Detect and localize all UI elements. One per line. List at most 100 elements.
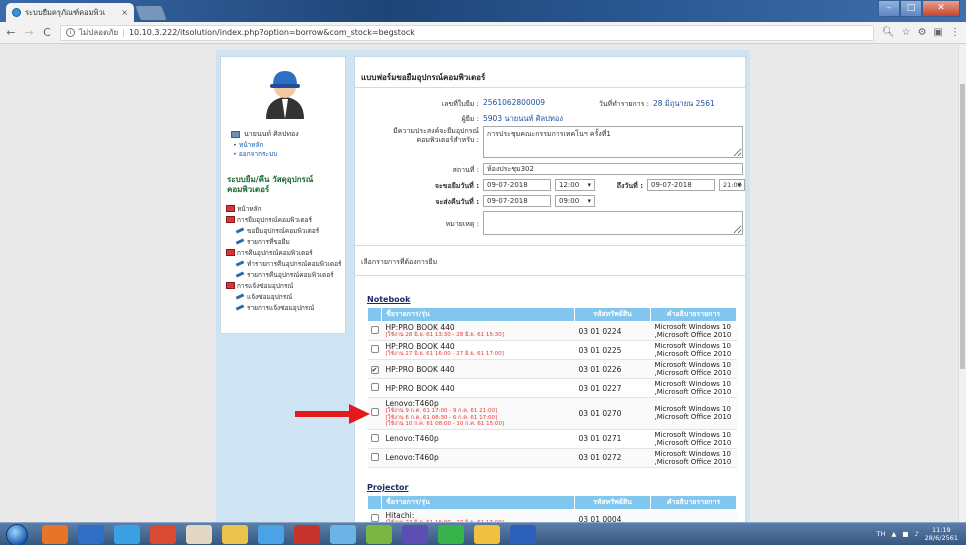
note-textarea[interactable] — [483, 211, 743, 235]
address-bar[interactable]: i ไม่ปลอดภัย | 10.10.3.222/itsolution/in… — [60, 24, 874, 41]
model-cell: HP:PRO BOOK 440 [ใช้งาน 27 มิ.ย. 61 16:00… — [381, 340, 575, 360]
table-row: Lenovo:T460p [ใช้งาน 9 ก.ค. 61 17:00 - 9 … — [367, 397, 737, 430]
internet-explorer-icon[interactable] — [258, 525, 284, 544]
item-checkbox[interactable] — [370, 408, 379, 417]
pencil-icon — [235, 304, 245, 311]
app2-icon[interactable] — [294, 525, 320, 544]
pencil-icon — [235, 293, 245, 300]
desc-cell: Microsoft Windows 10 ,Microsoft Office 20… — [650, 340, 737, 360]
volume-icon[interactable]: ♪ — [915, 530, 919, 538]
tab-title: ระบบยืมครุภัณฑ์คอมพิวเ — [25, 7, 106, 17]
security-label: ไม่ปลอดภัย — [79, 28, 119, 37]
sticky-icon[interactable] — [474, 525, 500, 544]
sidebar-item[interactable]: รายการแจ้งซ่อมอุปกรณ์ — [226, 302, 346, 313]
maximize-icon[interactable]: □ — [900, 0, 922, 17]
item-checkbox[interactable] — [370, 514, 379, 522]
return-time-select[interactable]: 09:00 — [555, 195, 595, 207]
outlook-icon[interactable] — [78, 525, 104, 544]
app-icon[interactable] — [114, 525, 140, 544]
computer-icon — [231, 131, 240, 138]
clock[interactable]: 11:19 28/6/2561 — [925, 526, 958, 542]
model-cell: Lenovo:T460p [ใช้งาน 9 ก.ค. 61 17:00 - 9 … — [381, 397, 575, 430]
logout-link[interactable]: ออกจากระบบ — [233, 150, 277, 159]
sidebar-item[interactable]: แจ้งซ่อมอุปกรณ์ — [226, 291, 346, 302]
table-row: HP:PRO BOOK 440 03 01 0227 Microsoft Windo… — [367, 378, 737, 398]
back-icon[interactable]: ← — [6, 26, 16, 39]
network-icon[interactable]: ■ — [902, 530, 908, 538]
explorer-folder-icon[interactable] — [222, 525, 248, 544]
sidebar-section[interactable]: การยืมอุปกรณ์คอมพิวเตอร์ — [226, 214, 346, 225]
sidebar-item[interactable]: รายการคืนอุปกรณ์คอมพิวเตอร์ — [226, 269, 346, 280]
booking-info: [ใช้งาน 28 มิ.ย. 61 13:30 - 28 มิ.ย. 61 … — [385, 332, 504, 339]
word-icon[interactable] — [510, 525, 536, 544]
info-icon[interactable]: i — [66, 28, 75, 37]
sidebar-section[interactable]: การคืนอุปกรณ์คอมพิวเตอร์ — [226, 247, 346, 258]
place-input[interactable] — [483, 163, 743, 175]
code-column-header: รหัสทรัพย์สิน — [574, 495, 651, 510]
code-cell: 03 01 0272 — [574, 448, 651, 468]
table-row: ✔ HP:PRO BOOK 440 03 01 0226 Microsoft Wind… — [367, 359, 737, 379]
to-date-input[interactable] — [647, 179, 715, 191]
desc-cell: Microsoft Windows 10 ,Microsoft Office 20… — [650, 359, 737, 379]
home-link[interactable]: หน้าหลัก — [233, 141, 277, 150]
start-button-icon[interactable] — [6, 524, 28, 545]
close-window-icon[interactable]: ✕ — [922, 0, 960, 17]
pencil-icon — [235, 238, 245, 245]
sidebar-section[interactable]: หน้าหลัก — [226, 203, 346, 214]
model-name: Hitachi: — [385, 511, 415, 521]
desc-line: ,Microsoft Office 2010 — [654, 331, 732, 339]
line-icon[interactable] — [438, 525, 464, 544]
firefox-icon[interactable] — [42, 525, 68, 544]
sidebar-item[interactable]: ขอยืมอุปกรณ์คอมพิวเตอร์ — [226, 225, 346, 236]
chrome-icon[interactable] — [186, 525, 212, 544]
code-cell: 03 01 0224 — [574, 321, 651, 341]
item-checkbox[interactable] — [370, 326, 379, 334]
purpose-textarea[interactable]: การประชุมคณะกรรมการเทคโนฯ ครั้งที่1 — [483, 126, 743, 158]
browser-tab[interactable]: ระบบยืมครุภัณฑ์คอมพิวเ × — [6, 3, 134, 22]
page-scrollbar[interactable] — [958, 44, 966, 522]
reload-icon[interactable]: C — [42, 26, 52, 39]
powerpoint-icon[interactable] — [150, 525, 176, 544]
sidebar-item[interactable]: รายการที่ขอยืม — [226, 236, 346, 247]
app4-icon[interactable] — [366, 525, 392, 544]
to-time-value: 21:00 — [723, 181, 742, 189]
sidebar-links: หน้าหลัก ออกจากระบบ — [233, 141, 277, 159]
extension-icon[interactable]: ⚙ — [918, 27, 927, 38]
item-checkbox[interactable] — [370, 452, 379, 461]
language-indicator[interactable]: TH — [876, 530, 885, 538]
menu-icon[interactable]: ⋮ — [950, 27, 960, 38]
item-checkbox[interactable] — [370, 345, 379, 353]
forward-icon[interactable]: → — [24, 26, 34, 39]
return-time-value: 09:00 — [559, 197, 580, 205]
booking-info: [ใช้งาน 10 ก.ค. 61 08:00 - 10 ก.ค. 61 15… — [385, 421, 505, 427]
return-date-input[interactable] — [483, 195, 551, 207]
minimize-icon[interactable]: – — [878, 0, 900, 17]
scrollbar-thumb[interactable] — [960, 84, 965, 369]
select-cell — [367, 448, 382, 468]
extension2-icon[interactable]: ▣ — [934, 27, 943, 38]
new-tab-button[interactable] — [135, 6, 167, 20]
sidebar-item[interactable]: ทำรายการคืนอุปกรณ์คอมพิวเตอร์ — [226, 258, 346, 269]
item-checkbox[interactable]: ✔ — [370, 365, 379, 374]
item-checkbox[interactable] — [370, 433, 379, 442]
tab-close-icon[interactable]: × — [121, 8, 128, 17]
note-label: หมายเหตุ : — [445, 220, 479, 228]
mail-icon[interactable] — [402, 525, 428, 544]
from-time-select[interactable]: 12:00 — [555, 179, 595, 191]
select-column-header — [367, 495, 382, 510]
from-date-input[interactable] — [483, 179, 551, 191]
url-text[interactable]: 10.10.3.222/itsolution/index.php?option=… — [129, 28, 415, 37]
zoom-icon[interactable]: 🔍︎ — [882, 27, 895, 38]
tray-arrow-icon[interactable]: ▲ — [891, 530, 896, 538]
sidebar-section[interactable]: การแจ้งซ่อมอุปกรณ์ — [226, 280, 346, 291]
date-value: 28 มิถุนายน 2561 — [653, 99, 715, 108]
system-tray: TH ▲ ■ ♪ 11:19 28/6/2561 — [876, 526, 958, 542]
code-cell: 03 01 0004 — [574, 509, 651, 522]
app3-icon[interactable] — [330, 525, 356, 544]
to-time-select[interactable]: 21:00 — [719, 179, 745, 191]
bookmark-star-icon[interactable]: ☆ — [902, 27, 911, 38]
booking-info: [ใช้งาน 27 มิ.ย. 61 16:00 - 27 มิ.ย. 61 … — [385, 351, 504, 358]
desc-line: Microsoft Windows 10 — [654, 361, 731, 369]
user-avatar-icon — [258, 65, 312, 119]
item-checkbox[interactable] — [370, 383, 379, 391]
